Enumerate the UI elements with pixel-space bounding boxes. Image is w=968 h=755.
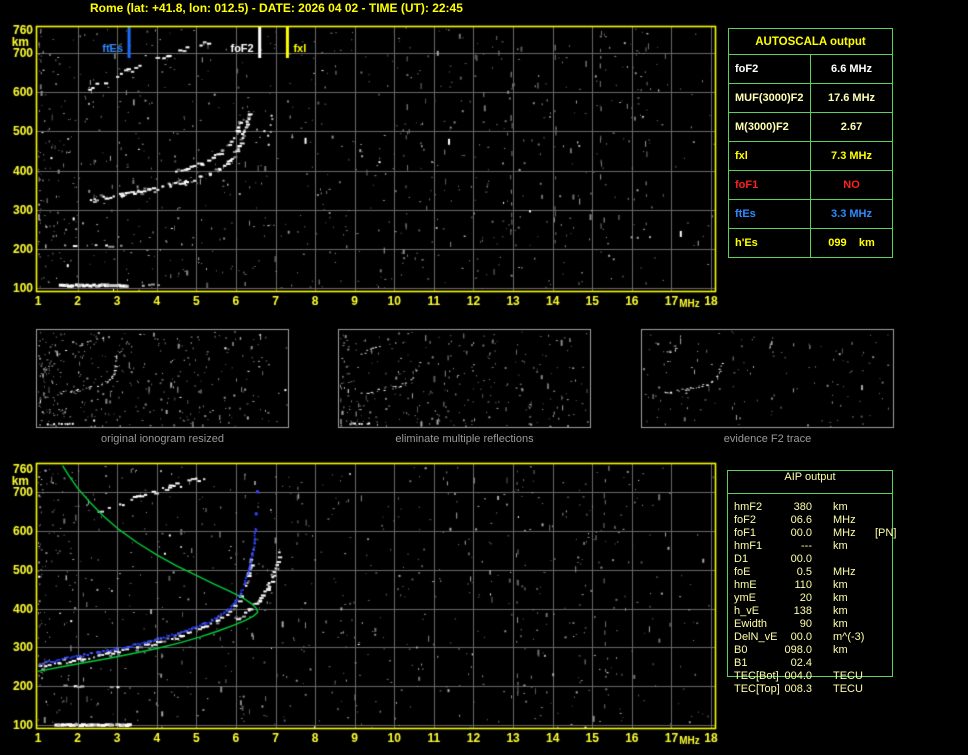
- autoscala-output-table: AUTOSCALA output foF2 6.6 MHz MUF(3000)F…: [728, 28, 893, 258]
- autoscala-screen: Rome (lat: +41.8, lon: 012.5) - DATE: 20…: [0, 0, 968, 755]
- param-value: NO: [810, 170, 893, 200]
- aip-row-ymE: ymE 20 km: [734, 592, 848, 604]
- thumbnail-caption-original: original ionogram resized: [101, 433, 224, 445]
- table-row-foF2: foF2 6.6 MHz: [728, 54, 893, 84]
- aip-row-hmE: hmE 110 km: [734, 579, 848, 591]
- param-label: foF1: [728, 170, 811, 200]
- aip-row-D1: D1 00.0: [734, 553, 812, 565]
- table-row-fxl: fxl 7.3 MHz: [728, 141, 893, 171]
- param-value: 17.6 MHz: [810, 83, 893, 113]
- param-value: 3.3 MHz: [810, 199, 893, 229]
- table-row-hEs: h'Es 099 km: [728, 228, 893, 258]
- aip-row-Ewidth: Ewidth 90 km: [734, 618, 848, 630]
- param-label: foF2: [728, 54, 811, 84]
- station-date-header: Rome (lat: +41.8, lon: 012.5) - DATE: 20…: [90, 1, 463, 15]
- param-value: 099 km: [810, 228, 893, 258]
- aip-row-foF2: foF2 06.6 MHz: [734, 514, 856, 526]
- aip-row-foE: foE 0.5 MHz: [734, 566, 856, 578]
- param-label: ftEs: [728, 199, 811, 229]
- aip-parameter-list: hmF2 380 km foF2 06.6 MHz foF1 00.0 MHz [PN] hm…: [727, 501, 897, 696]
- autoscala-table-title: AUTOSCALA output: [728, 28, 893, 55]
- aip-row-TECTop: TEC[Top] 008.3 TECU: [734, 683, 863, 695]
- aip-row-hmF2: hmF2 380 km: [734, 501, 848, 513]
- param-value: 7.3 MHz: [810, 141, 893, 171]
- thumbnail-caption-eliminate: eliminate multiple reflections: [395, 433, 534, 445]
- param-label: h'Es: [728, 228, 811, 258]
- param-value: 2.67: [810, 112, 893, 142]
- thumbnail-caption-evidence: evidence F2 trace: [723, 433, 812, 445]
- aip-row-hmF1: hmF1 --- km: [734, 540, 848, 552]
- table-row-M3000F2: M(3000)F2 2.67: [728, 112, 893, 142]
- table-row-MUF3000F2: MUF(3000)F2 17.6 MHz: [728, 83, 893, 113]
- aip-panel-title: AIP output: [728, 471, 892, 494]
- param-label: MUF(3000)F2: [728, 83, 811, 113]
- param-label: fxl: [728, 141, 811, 171]
- aip-row-TECBot: TEC[Bot] 004.0 TECU: [734, 670, 863, 682]
- aip-row-B0: B0 098.0 km: [734, 644, 848, 656]
- aip-row-foF1: foF1 00.0 MHz [PN]: [734, 527, 897, 539]
- aip-row-h_vE: h_vE 138 km: [734, 605, 848, 617]
- table-row-ftEs: ftEs 3.3 MHz: [728, 199, 893, 229]
- param-value: 6.6 MHz: [810, 54, 893, 84]
- param-label: M(3000)F2: [728, 112, 811, 142]
- aip-row-DelN_vE: DelN_vE 00.0 m^(-3): [734, 631, 865, 643]
- aip-row-B1: B1 02.4: [734, 657, 812, 669]
- autoscala-table-header-row: AUTOSCALA output: [728, 28, 893, 55]
- table-row-foF1: foF1 NO: [728, 170, 893, 200]
